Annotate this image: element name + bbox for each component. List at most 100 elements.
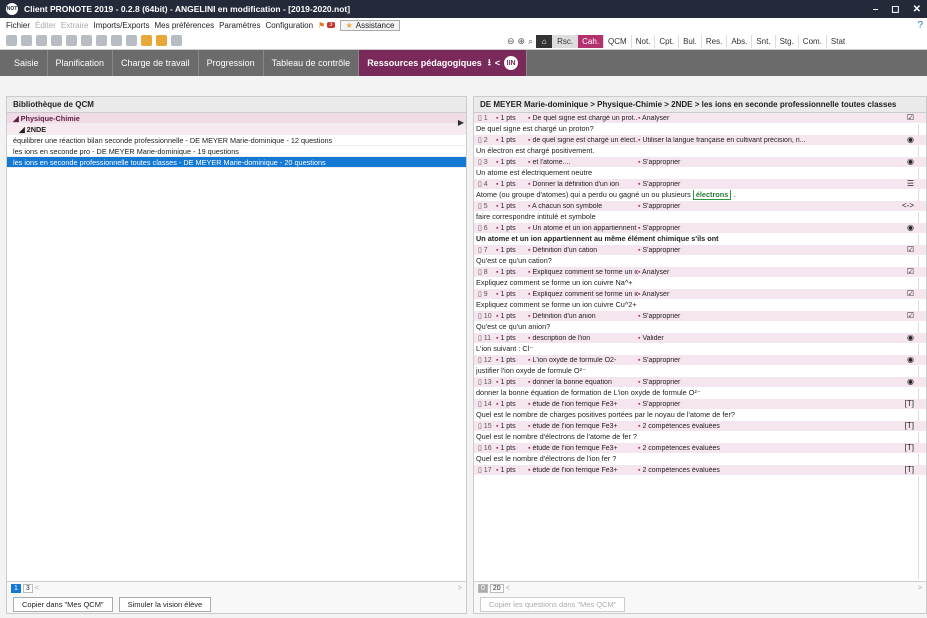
message-icon[interactable]	[126, 35, 137, 46]
menu-parametres[interactable]: Paramètres	[219, 21, 260, 30]
question-competence: ▪ S'approprier	[638, 378, 681, 386]
label-text: description de l'ion	[532, 334, 591, 342]
list-item[interactable]: les ions en seconde pro - DE MEYER Marie…	[7, 146, 466, 157]
copy-to-my-qcm-button[interactable]: Copier dans "Mes QCM"	[13, 597, 113, 612]
tab-res[interactable]: Res.	[700, 35, 726, 48]
list-item[interactable]: les ions en seconde professionnelle tout…	[7, 157, 466, 168]
share-icon[interactable]: <	[495, 58, 500, 68]
tab-tableau-de-controle[interactable]: Tableau de contrôle	[264, 50, 360, 76]
question-row[interactable]: ▯ 13 ▪ 1 pts ▪ donner la bonne équation ▪ S…	[474, 377, 926, 399]
label-text: Expliquez comment se forme un ion cui...	[532, 290, 638, 298]
menu-preferences[interactable]: Mes préférences	[155, 21, 215, 30]
download-icon[interactable]	[21, 35, 32, 46]
page-3[interactable]: 3	[22, 584, 33, 593]
label-text: Expliquez comment se forme un ion cu...	[532, 268, 638, 276]
clipboard-icon[interactable]	[81, 35, 92, 46]
question-points: ▪ 1 pts	[496, 246, 516, 254]
tab-charge-de-travail[interactable]: Charge de travail	[113, 50, 199, 76]
page-0[interactable]: 0	[478, 584, 488, 593]
document-icon[interactable]	[66, 35, 77, 46]
tab-bul[interactable]: Bul.	[678, 35, 701, 48]
tab-stg[interactable]: Stg.	[774, 35, 798, 48]
question-row[interactable]: ▯ 17 ▪ 1 pts ▪ étude de l'ion ferrique Fe3…	[474, 465, 926, 487]
question-type-icon: ◉	[907, 157, 914, 166]
tab-qcm[interactable]: QCM	[603, 35, 631, 48]
question-row[interactable]: ▯ 7 ▪ 1 pts ▪ Définition d'un cation ▪ S'ap…	[474, 245, 926, 267]
scroll-right-icon[interactable]: >	[458, 585, 462, 592]
menu-imports-exports[interactable]: Imports/Exports	[93, 21, 149, 30]
question-row[interactable]: ▯ 15 ▪ 1 pts ▪ étude de l'ion ferrique Fe3…	[474, 421, 926, 443]
question-points: ▪ 1 pts	[496, 312, 516, 320]
question-number: ▯ 4	[478, 181, 488, 188]
email-icon[interactable]	[36, 35, 47, 46]
close-button[interactable]: ✕	[913, 4, 921, 15]
library-icon[interactable]: IIN	[504, 56, 519, 70]
question-row[interactable]: ▯ 12 ▪ 1 pts ▪ L'ion oxyde de formule O2- ▪…	[474, 355, 926, 377]
maximize-button[interactable]: ◻	[891, 4, 899, 15]
home-icon[interactable]: ⌂	[536, 35, 553, 48]
question-row[interactable]: ▯ 4 ▪ 1 pts ▪ Donner la définition d'un io…	[474, 179, 926, 201]
question-row[interactable]: ▯ 1 ▪ 1 pts ▪ De quel signe est chargé un …	[474, 113, 926, 135]
scroll-left-icon[interactable]: <	[35, 585, 39, 592]
question-row[interactable]: ▯ 11 ▪ 1 pts ▪ description de l'ion ▪ Valid…	[474, 333, 926, 355]
back-arrow-icon[interactable]: ⊖	[507, 36, 515, 47]
help-icon[interactable]: ?	[917, 20, 923, 31]
tab-not[interactable]: Not.	[630, 35, 655, 48]
tab-saisie[interactable]: Saisie	[6, 50, 48, 76]
question-number: ▯ 17	[478, 467, 492, 474]
question-row[interactable]: ▯ 16 ▪ 1 pts ▪ étude de l'ion ferrique Fe3…	[474, 443, 926, 465]
alert-icon[interactable]	[141, 35, 152, 46]
question-text-content: Quel est le nombre de charges positives …	[476, 410, 735, 419]
tab-stat[interactable]: Stat	[825, 35, 849, 48]
question-row[interactable]: ▯ 9 ▪ 1 pts ▪ Expliquez comment se forme u…	[474, 289, 926, 311]
question-row[interactable]: ▯ 10 ▪ 1 pts ▪ Définition d'un anion ▪ S'ap…	[474, 311, 926, 333]
page-20[interactable]: 20	[489, 584, 504, 593]
forward-arrow-icon[interactable]: ⊕	[518, 36, 526, 47]
question-num-text: 16	[483, 445, 492, 452]
tab-cpt[interactable]: Cpt.	[654, 35, 678, 48]
mail-icon[interactable]	[51, 35, 62, 46]
print-icon[interactable]	[6, 35, 17, 46]
book-icon[interactable]	[96, 35, 107, 46]
menu-fichier[interactable]: Fichier	[6, 21, 30, 30]
scroll-right-icon[interactable]: >	[918, 585, 922, 592]
tab-com[interactable]: Com.	[797, 35, 826, 48]
tab-planification[interactable]: Planification	[48, 50, 114, 76]
competence-text: Analyser	[642, 268, 670, 276]
subject-row[interactable]: ◢ Physique-Chimie	[7, 113, 466, 124]
question-competence: ▪ Valider	[638, 334, 664, 342]
question-number: ▯ 9	[478, 291, 488, 298]
question-label: ▪ L'ion oxyde de formule O2-	[528, 356, 617, 364]
download-icon[interactable]: ⭳	[488, 55, 491, 71]
question-row[interactable]: ▯ 14 ▪ 1 pts ▪ étude de l'ion ferrique Fe3…	[474, 399, 926, 421]
points-text: 1 pts	[500, 422, 516, 430]
notifications-button[interactable]: ⚑ 3	[318, 21, 335, 30]
tab-ressources-pedagogiques[interactable]: Ressources pédagogiques ⭳ < IIN	[359, 50, 528, 76]
tab-progression[interactable]: Progression	[199, 50, 264, 76]
tab-rsc[interactable]: Rsc.	[552, 35, 578, 48]
tab-abs[interactable]: Abs.	[726, 35, 751, 48]
scroll-left-icon[interactable]: <	[506, 585, 510, 592]
question-row[interactable]: ▯ 2 ▪ 1 pts ▪ de quel signe est chargé un …	[474, 135, 926, 157]
person-icon[interactable]	[156, 35, 167, 46]
label-text: Donner la définition d'un ion	[532, 180, 620, 188]
assistance-button[interactable]: ★ Assistance	[339, 19, 401, 31]
list-item[interactable]: équilibrer une réaction bilan seconde pr…	[7, 135, 466, 146]
tab-cah[interactable]: Cah.	[577, 35, 604, 48]
question-label: ▪ étude de l'ion ferrique Fe3+	[528, 444, 618, 452]
menu-configuration[interactable]: Configuration	[265, 21, 313, 30]
simulate-student-view-button[interactable]: Simuler la vision élève	[118, 597, 212, 612]
toolbar: ⊖ ⊕ ⌕ ⌂ Rsc. Cah. QCM Not. Cpt. Bul. Res…	[0, 32, 927, 50]
question-row[interactable]: ▯ 3 ▪ 1 pts ▪ et l'atome.... ▪ S'approprier…	[474, 157, 926, 179]
question-row[interactable]: ▯ 8 ▪ 1 pts ▪ Expliquez comment se forme u…	[474, 267, 926, 289]
page-1[interactable]: 1	[11, 584, 21, 593]
chat-icon[interactable]	[111, 35, 122, 46]
search-icon[interactable]: ⌕	[528, 36, 533, 47]
collapse-arrow-icon[interactable]: ▶	[458, 118, 464, 127]
question-row[interactable]: ▯ 6 ▪ 1 pts ▪ Un atome et un ion appartien…	[474, 223, 926, 245]
calendar-icon[interactable]	[171, 35, 182, 46]
minimize-button[interactable]: –	[873, 4, 879, 15]
tab-snt[interactable]: Snt.	[751, 35, 774, 48]
question-row[interactable]: ▯ 5 ▪ 1 pts ▪ A chacun son symbole ▪ S'appr…	[474, 201, 926, 223]
class-row[interactable]: ◢ 2NDE	[7, 124, 466, 135]
